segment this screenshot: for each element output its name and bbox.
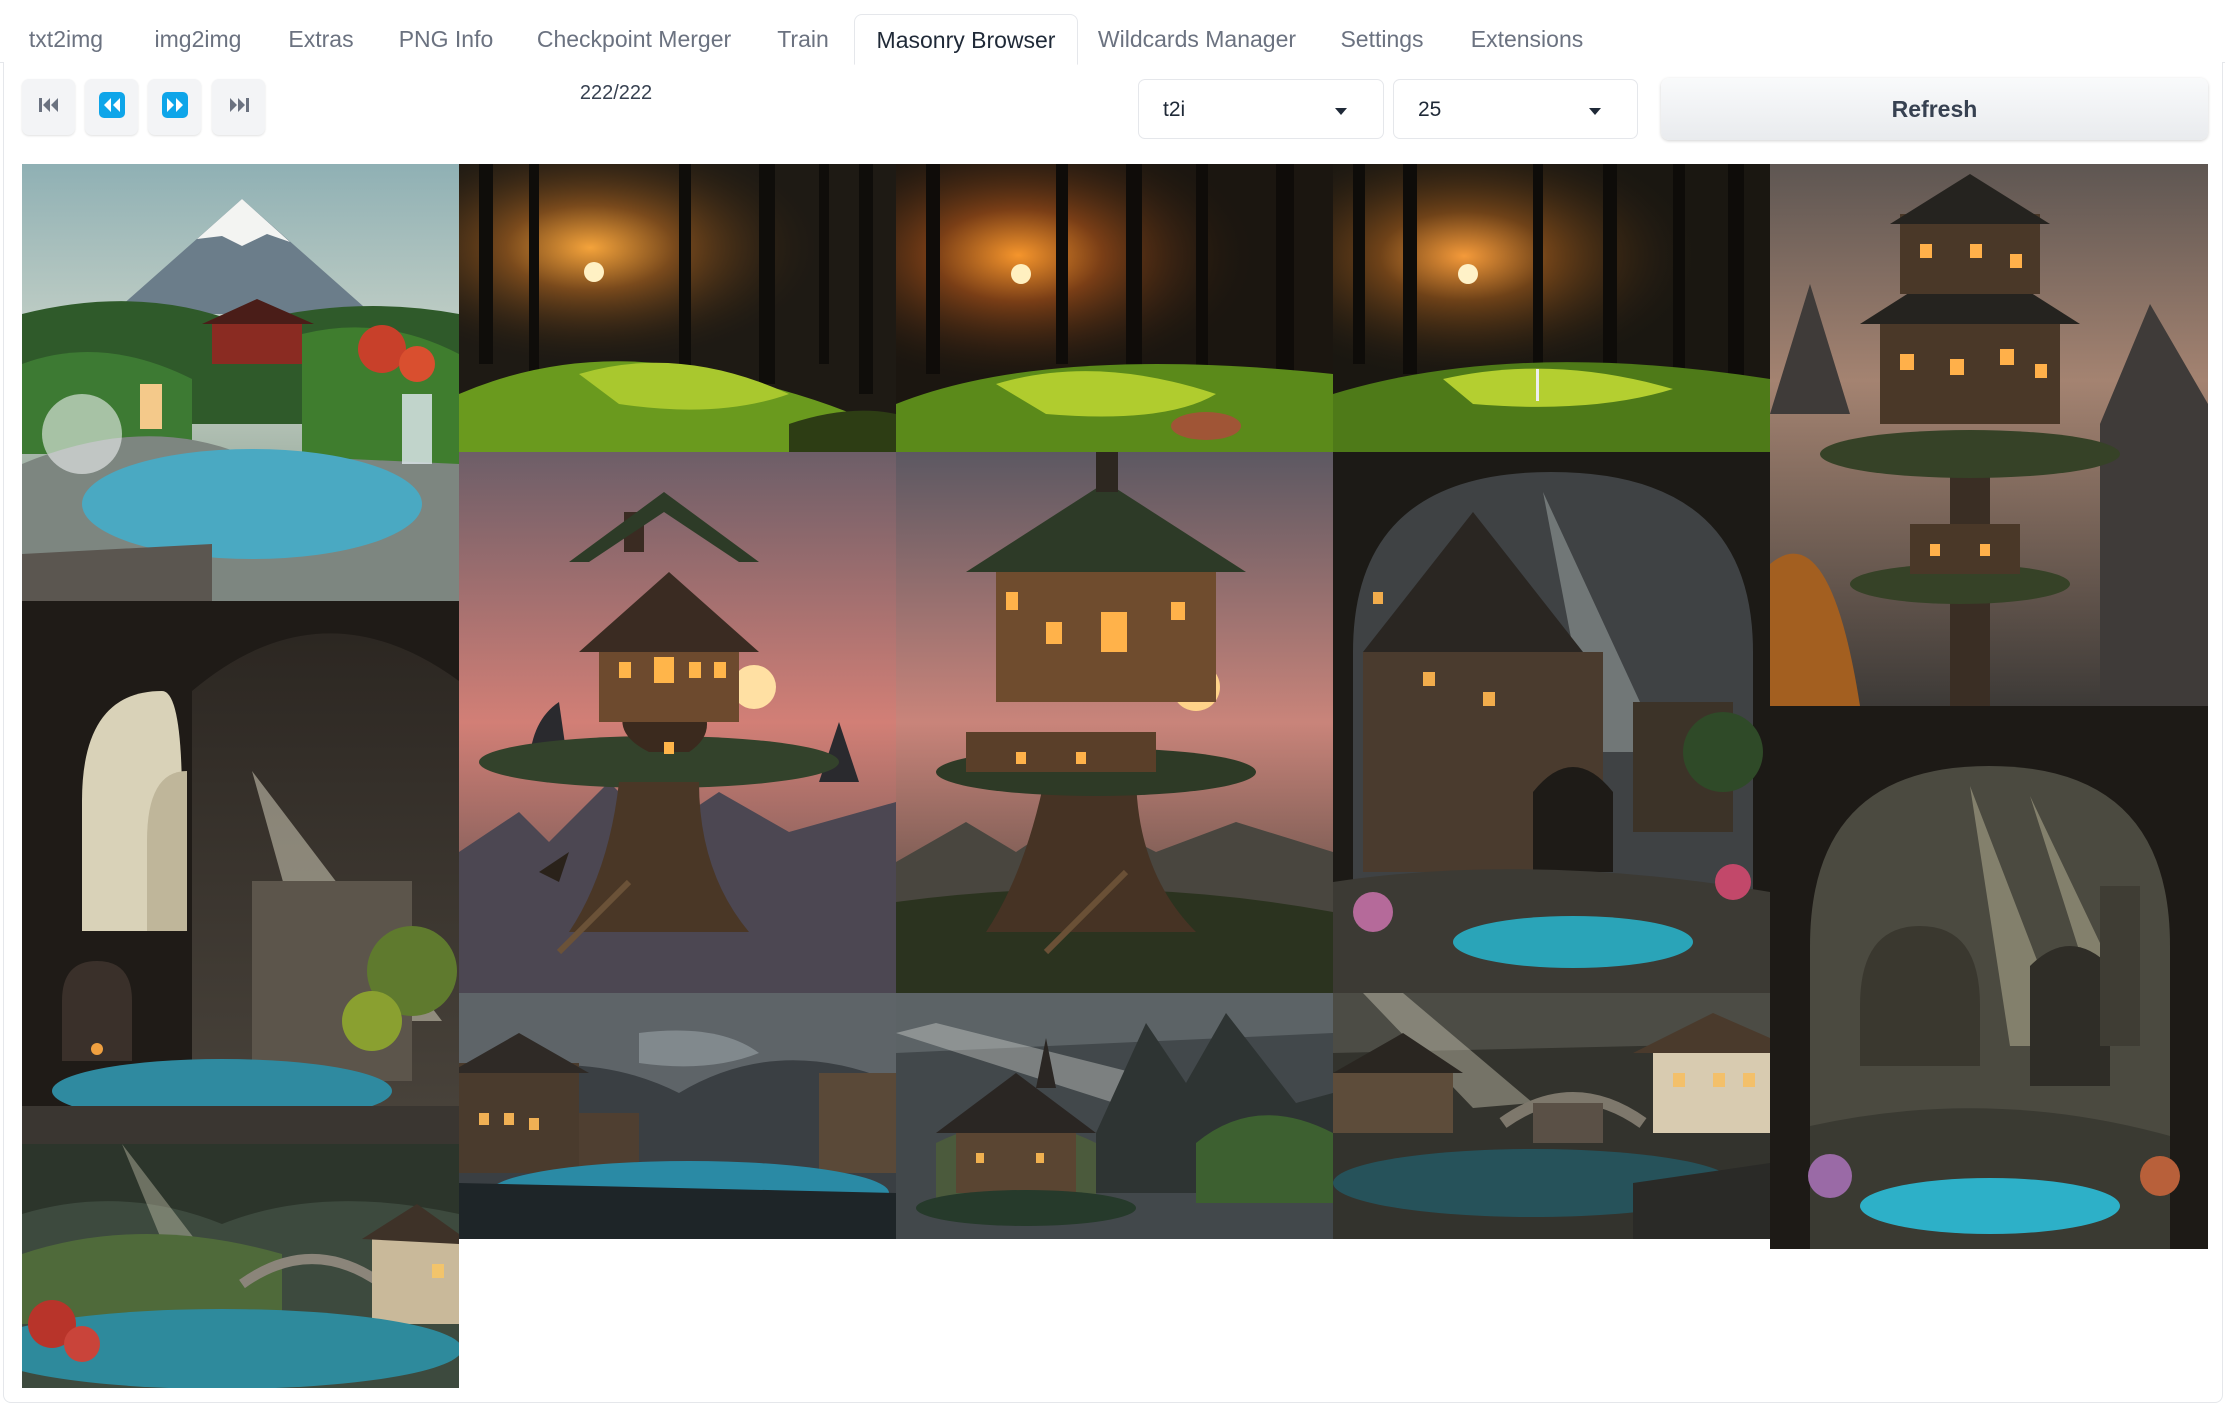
- tab-txt2img[interactable]: txt2img: [16, 14, 116, 62]
- tab-checkpoint-merger[interactable]: Checkpoint Merger: [536, 14, 732, 62]
- tab-masonry-browser[interactable]: Masonry Browser: [854, 14, 1078, 65]
- gallery-image[interactable]: [22, 601, 459, 1144]
- skip-first-icon: [38, 97, 60, 118]
- last-page-button[interactable]: [212, 79, 265, 135]
- tab-img2img[interactable]: img2img: [146, 14, 250, 62]
- gallery-image[interactable]: [459, 164, 896, 452]
- gallery-image[interactable]: [1770, 706, 2208, 1249]
- fast-forward-icon: [161, 91, 188, 123]
- tab-extras[interactable]: Extras: [286, 14, 356, 62]
- page-size-select-value: 25: [1418, 98, 1442, 121]
- gallery-image[interactable]: [22, 1144, 459, 1388]
- gallery-image[interactable]: [1333, 164, 1770, 452]
- gallery-image[interactable]: [896, 452, 1333, 993]
- gallery-image[interactable]: [896, 993, 1333, 1239]
- image-count-label: 222/222: [579, 82, 653, 104]
- next-page-button[interactable]: [148, 79, 201, 135]
- gallery-image[interactable]: [459, 452, 896, 993]
- skip-last-icon: [228, 97, 250, 118]
- tab-png-info[interactable]: PNG Info: [396, 14, 496, 62]
- tab-extensions[interactable]: Extensions: [1466, 14, 1588, 62]
- chevron-down-icon: [1335, 108, 1347, 115]
- source-select[interactable]: t2i: [1138, 79, 1384, 139]
- chevron-down-icon: [1589, 108, 1601, 115]
- source-select-value: t2i: [1163, 98, 1186, 121]
- refresh-button[interactable]: Refresh: [1661, 78, 2208, 140]
- rewind-icon: [98, 91, 125, 123]
- page-size-select[interactable]: 25: [1393, 79, 1638, 139]
- previous-page-button[interactable]: [85, 79, 138, 135]
- tab-settings[interactable]: Settings: [1334, 14, 1430, 62]
- gallery-image[interactable]: [896, 164, 1333, 452]
- tab-train[interactable]: Train: [772, 14, 834, 62]
- first-page-button[interactable]: [22, 79, 75, 135]
- gallery-image[interactable]: [1333, 993, 1770, 1239]
- tab-bar: txt2img img2img Extras PNG Info Checkpoi…: [0, 0, 2225, 65]
- gallery-image[interactable]: [1333, 452, 1770, 993]
- gallery-image[interactable]: [459, 993, 896, 1239]
- tab-wildcards-manager[interactable]: Wildcards Manager: [1096, 14, 1298, 62]
- gallery-image[interactable]: [1770, 164, 2208, 706]
- gallery-image[interactable]: [22, 164, 459, 601]
